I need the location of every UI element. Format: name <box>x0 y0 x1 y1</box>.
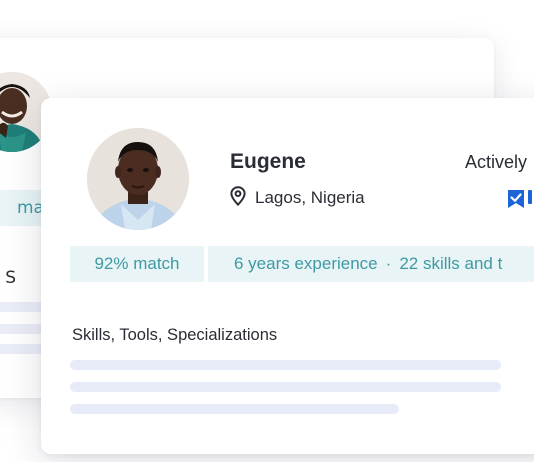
experience-chip: 6 years experience · 22 skills and t <box>208 246 534 282</box>
map-pin-icon <box>230 186 246 210</box>
skeleton-bar <box>70 382 501 392</box>
skeleton-bar-back <box>0 344 44 354</box>
experience-text: 6 years experience <box>234 254 378 273</box>
match-text: 92% match <box>94 254 180 273</box>
separator: · <box>385 254 392 273</box>
candidate-cards-stage: matc ools, S Eugene A <box>0 0 534 462</box>
candidate-name: Eugene <box>230 150 306 173</box>
availability-status: Actively <box>465 152 528 172</box>
skills-count-text: 22 skills and t <box>399 254 503 273</box>
section-title: Skills, Tools, Specializations <box>72 326 278 344</box>
stats-row: 92% match 6 years experience · 22 skills a… <box>70 246 534 282</box>
location-text: Lagos, Nigeria <box>255 188 365 207</box>
location: Lagos, Nigeria <box>230 186 365 210</box>
skeleton-bar <box>70 404 399 414</box>
avatar <box>87 128 189 230</box>
skeleton-bar-back <box>0 324 44 334</box>
bookmark-label-fragment <box>528 190 532 204</box>
skeleton-bar <box>70 360 501 370</box>
skeleton-bar-back <box>0 302 44 312</box>
section-title-back: ools, S <box>0 268 16 288</box>
candidate-card[interactable]: Eugene Actively Lagos, Nigeria 92% match <box>41 98 534 454</box>
match-chip: 92% match <box>70 246 204 282</box>
bookmark-check-icon[interactable] <box>507 189 525 213</box>
